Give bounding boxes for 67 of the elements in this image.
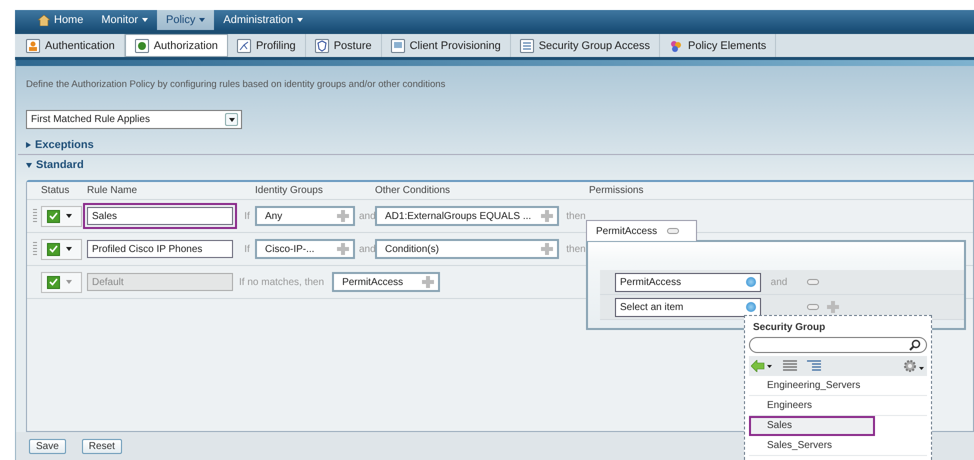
back-arrow-icon[interactable] (751, 360, 773, 372)
column-header: Permissions (589, 185, 644, 196)
permission-field[interactable]: PermitAccess (332, 272, 440, 292)
list-item[interactable]: Sales (749, 416, 875, 436)
then-label: then (565, 244, 587, 254)
identity-group-field[interactable]: Cisco-IP-... (255, 239, 355, 259)
permission-select[interactable]: PermitAccess (615, 272, 761, 292)
dropdown-icon (746, 277, 756, 287)
dropdown-title: Security Group (752, 321, 826, 335)
dots-icon (669, 38, 683, 52)
list-item[interactable]: Sales_Servers (749, 436, 927, 456)
tree-view-icon[interactable] (807, 360, 821, 372)
permission-tab[interactable]: PermitAccess (586, 220, 697, 241)
policy-tab[interactable]: Authentication (17, 34, 125, 57)
policy-tab[interactable]: Policy Elements (660, 34, 776, 57)
policy-tab[interactable]: Profiling (228, 34, 306, 57)
list-item[interactable]: Engineering_Servers (749, 376, 927, 396)
rule-mode-select[interactable]: First Matched Rule Applies (26, 110, 242, 129)
and-label: and (770, 276, 788, 288)
and-label: and (359, 210, 375, 222)
section-toggle[interactable]: Standard (18, 159, 974, 174)
dropdown-icon (225, 113, 238, 126)
if-label: If (243, 244, 251, 254)
form-button[interactable]: Reset (82, 438, 122, 454)
if-label: If (243, 210, 251, 222)
nav-menu-item[interactable]: Monitor (92, 10, 158, 30)
user-icon (26, 38, 40, 52)
status-dropdown[interactable] (41, 206, 82, 226)
drag-handle-icon[interactable] (33, 209, 37, 223)
policy-tab[interactable]: Posture (306, 34, 382, 57)
condition-field[interactable]: Condition(s) (375, 239, 559, 259)
section-toggle[interactable]: Exceptions (18, 139, 974, 155)
description-text: Define the Authorization Policy by configuring rules based on identity groups and/or other conditions (26, 79, 446, 90)
search-icon (909, 339, 921, 351)
status-dropdown[interactable] (41, 272, 82, 292)
form-button[interactable]: Save (29, 438, 66, 454)
nav-menu-item[interactable]: Home (29, 10, 92, 30)
settings-icon[interactable] (903, 359, 925, 373)
search-field[interactable] (749, 337, 927, 353)
then-label: then (565, 210, 587, 222)
policy-tab[interactable]: Client Provisioning (382, 34, 511, 57)
dropdown-icon (746, 302, 756, 312)
minus-icon[interactable] (667, 228, 680, 234)
drag-handle-icon[interactable] (33, 242, 37, 256)
policy-tab[interactable]: Authorization (124, 34, 228, 57)
house-icon (38, 14, 50, 26)
column-header: Identity Groups (255, 185, 324, 196)
column-header: Status (41, 185, 70, 196)
identity-group-field[interactable]: Any (255, 206, 355, 226)
rule-name-field[interactable]: Sales (87, 207, 233, 225)
column-header: Rule Name (87, 185, 138, 196)
nav-menu-item[interactable]: Policy (157, 10, 214, 30)
condition-field[interactable]: AD1:ExternalGroups EQUALS ... (375, 206, 559, 226)
list-icon (520, 38, 534, 52)
list-view-icon[interactable] (783, 360, 797, 372)
minus-icon[interactable] (807, 304, 819, 310)
column-header: Other Conditions (375, 185, 452, 196)
minus-icon[interactable] (807, 279, 819, 285)
policy-tab[interactable]: Security Group Access (510, 34, 660, 57)
nav-menu-item[interactable]: Administration (214, 10, 312, 30)
and-label: and (359, 244, 375, 254)
monitor-icon (390, 38, 405, 52)
network-icon (236, 38, 251, 52)
permission-select[interactable]: Select an item (615, 298, 761, 316)
rule-name-field[interactable]: Profiled Cisco IP Phones (87, 240, 233, 258)
no-match-label: If no matches, then (239, 276, 324, 288)
status-dropdown[interactable] (41, 238, 82, 260)
